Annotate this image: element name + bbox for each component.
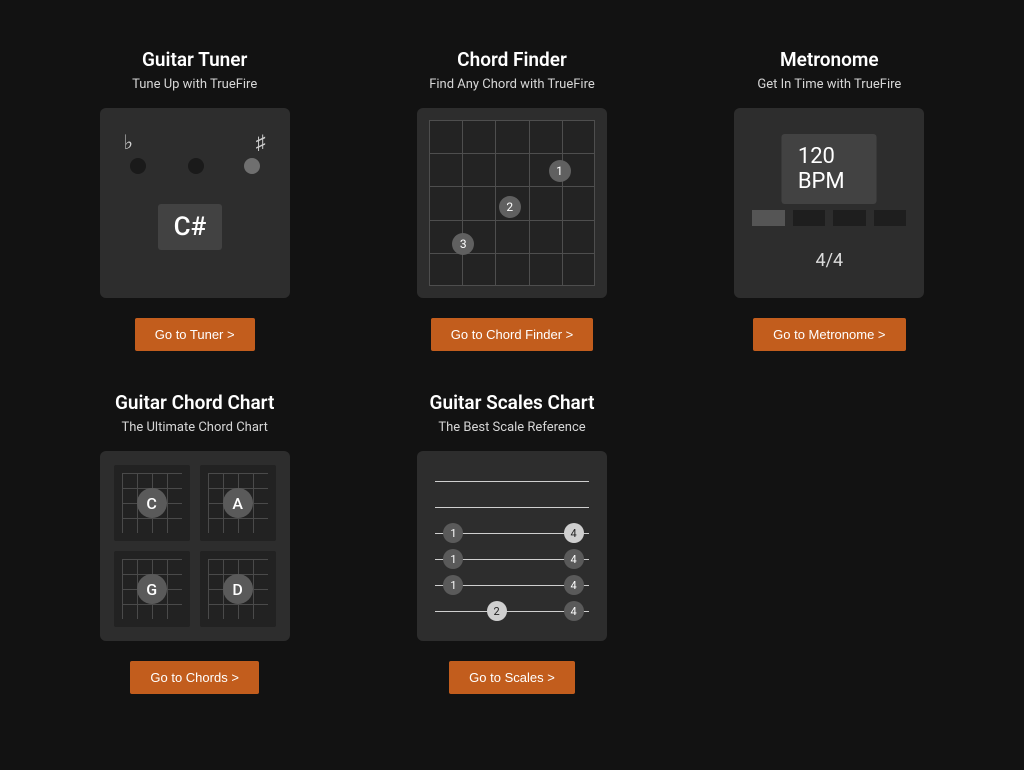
fretboard-grid: 1 2 3 (429, 120, 595, 286)
fret-marker: 3 (452, 233, 474, 255)
scale-marker: 4 (564, 549, 584, 569)
beat-tick (833, 210, 866, 226)
tool-subtitle: The Best Scale Reference (438, 420, 585, 435)
mini-chord: C (114, 465, 190, 541)
scales-chart-preview: 1 1 1 2 4 4 4 4 (417, 451, 607, 641)
tuner-dot (130, 158, 146, 174)
scale-marker: 1 (443, 575, 463, 595)
time-signature: 4/4 (734, 250, 924, 271)
tool-chord-finder: Chord Finder Find Any Chord with TrueFir… (377, 48, 646, 351)
go-to-chord-finder-button[interactable]: Go to Chord Finder > (431, 318, 593, 351)
mini-chord: G (114, 551, 190, 627)
go-to-metronome-button[interactable]: Go to Metronome > (753, 318, 905, 351)
tuner-dot (188, 158, 204, 174)
bpm-display: 120 BPM (782, 134, 877, 204)
beat-indicators (752, 210, 906, 226)
tool-chord-chart: Guitar Chord Chart The Ultimate Chord Ch… (60, 391, 329, 694)
tool-title: Guitar Chord Chart (115, 391, 274, 414)
chord-chart-preview: C A G D (100, 451, 290, 641)
scale-marker: 4 (564, 575, 584, 595)
tool-metronome: Metronome Get In Time with TrueFire 120 … (695, 48, 964, 351)
tool-tuner: Guitar Tuner Tune Up with TrueFire ♭ ♯ C… (60, 48, 329, 351)
tool-subtitle: Get In Time with TrueFire (757, 77, 901, 92)
scale-marker: 4 (564, 523, 584, 543)
sharp-icon: ♯ (256, 130, 266, 155)
tuner-preview: ♭ ♯ C# (100, 108, 290, 298)
tool-title: Chord Finder (457, 48, 567, 71)
fret-marker: 1 (549, 160, 571, 182)
tool-subtitle: Find Any Chord with TrueFire (429, 77, 595, 92)
tuner-dot-active (244, 158, 260, 174)
scale-marker: 2 (487, 601, 507, 621)
tool-title: Metronome (780, 48, 879, 71)
beat-tick (752, 210, 785, 226)
tool-subtitle: The Ultimate Chord Chart (121, 420, 267, 435)
fret-marker: 2 (499, 196, 521, 218)
metronome-preview: 120 BPM 4/4 (734, 108, 924, 298)
beat-tick (793, 210, 826, 226)
tool-title: Guitar Scales Chart (430, 391, 595, 414)
go-to-tuner-button[interactable]: Go to Tuner > (135, 318, 255, 351)
mini-chord: D (200, 551, 276, 627)
mini-chord: A (200, 465, 276, 541)
flat-icon: ♭ (124, 130, 133, 154)
tuner-note: C# (158, 204, 223, 250)
scale-marker: 1 (443, 523, 463, 543)
chord-finder-preview: 1 2 3 (417, 108, 607, 298)
tool-subtitle: Tune Up with TrueFire (132, 77, 257, 92)
beat-tick (874, 210, 907, 226)
scale-marker: 1 (443, 549, 463, 569)
go-to-scales-button[interactable]: Go to Scales > (449, 661, 575, 694)
tool-scales-chart: Guitar Scales Chart The Best Scale Refer… (377, 391, 646, 694)
tool-title: Guitar Tuner (142, 48, 247, 71)
scale-marker: 4 (564, 601, 584, 621)
go-to-chords-button[interactable]: Go to Chords > (130, 661, 259, 694)
scale-board: 11124444 (435, 481, 589, 611)
